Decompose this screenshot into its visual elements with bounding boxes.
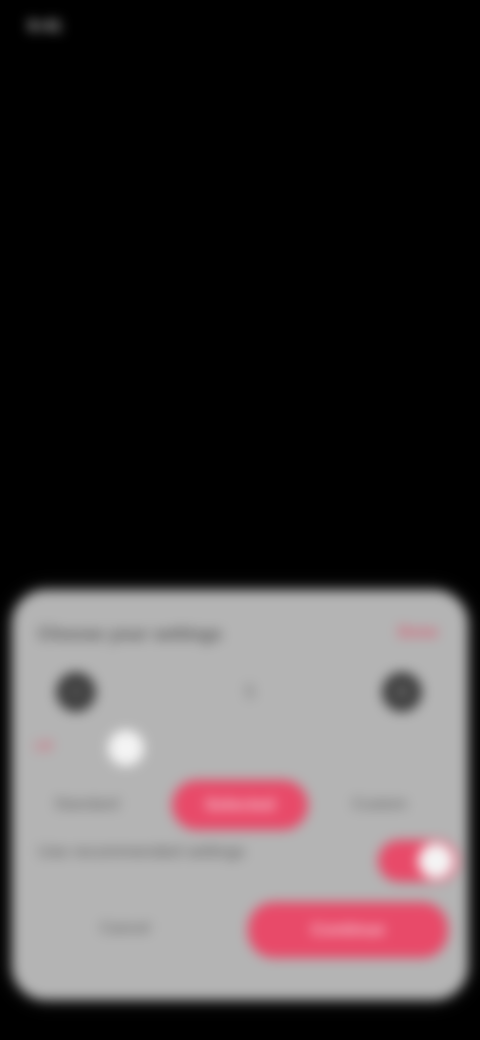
settings-sheet: Choose your settings Done − 5 + Off Stan… [12, 590, 468, 1000]
option-custom[interactable]: Custom [352, 796, 407, 814]
increment-button[interactable]: + [382, 672, 422, 712]
blurred-screen: 9:41 Choose your settings Done − 5 + Off… [0, 0, 480, 1040]
toggle-knob [108, 730, 144, 766]
plus-icon: + [395, 679, 409, 704]
continue-label: Continue [311, 920, 385, 939]
decrement-button[interactable]: − [56, 672, 96, 712]
section-title: Use recommended settings [38, 842, 245, 861]
counter-value: 5 [244, 682, 255, 702]
continue-button[interactable]: Continue [248, 902, 448, 958]
cancel-button[interactable]: Cancel [100, 920, 150, 938]
minus-icon: − [69, 679, 83, 704]
status-time: 9:41 [28, 18, 63, 35]
sheet-title: Choose your settings [38, 624, 223, 644]
toggle-label: Off [34, 738, 53, 754]
option-selected-label: Selected [205, 795, 275, 814]
option-selected-pill[interactable]: Selected [172, 780, 308, 830]
recommended-toggle[interactable] [378, 840, 458, 882]
option-standard[interactable]: Standard [54, 796, 119, 814]
status-bar: 9:41 [0, 0, 480, 60]
feature-toggle[interactable] [68, 726, 158, 770]
done-button[interactable]: Done [398, 624, 438, 642]
toggle-knob [418, 843, 454, 879]
